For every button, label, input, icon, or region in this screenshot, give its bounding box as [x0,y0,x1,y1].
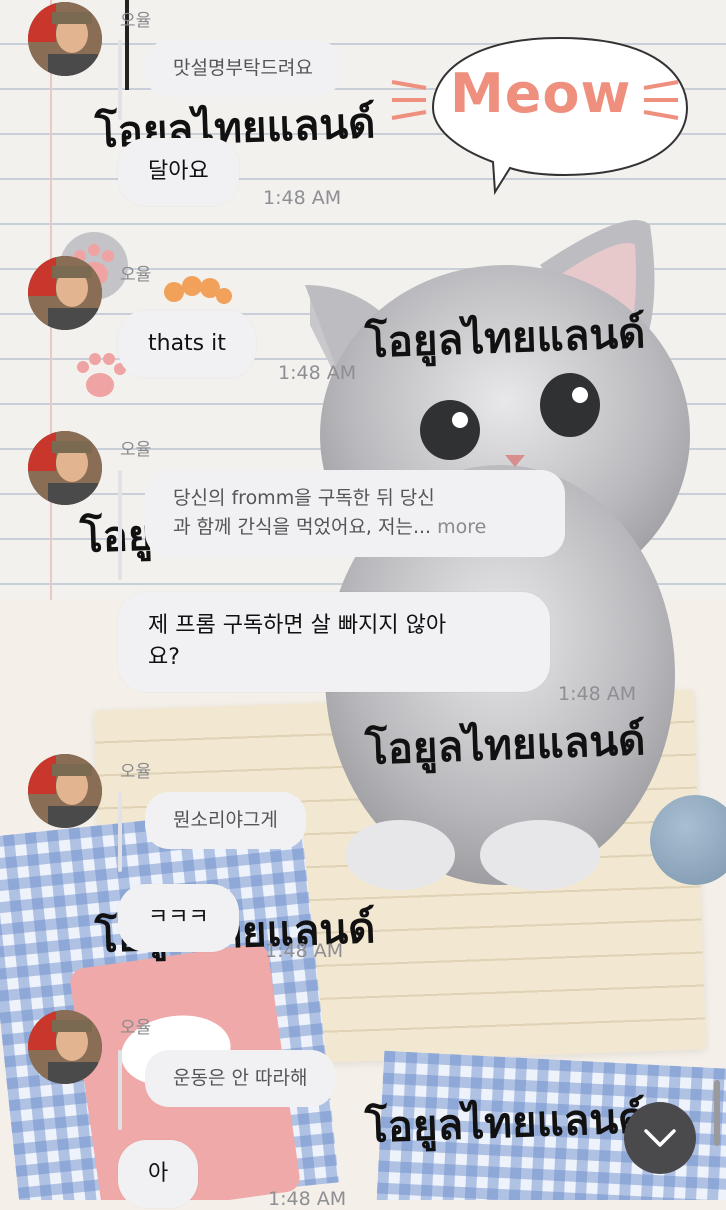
reply-preview-line: 당신의 fromm을 구독한 뒤 당신 [173,487,435,509]
avatar[interactable] [28,256,102,330]
message-timestamp: 1:48 AM [278,362,357,384]
avatar-photo [28,256,102,330]
message-text-line: 제 프롬 구독하면 살 빠지지 않아 [148,613,447,638]
sender-name: 오율 [120,440,152,460]
scrollbar[interactable] [714,1080,720,1146]
more-link[interactable]: more [437,516,486,538]
message-bubble[interactable]: ㅋㅋㅋ [118,884,239,952]
reply-indicator [118,470,122,580]
avatar[interactable] [28,431,102,505]
reply-indicator [118,40,122,120]
sender-name: 오율 [120,265,152,285]
message-bubble[interactable]: 아 [118,1140,199,1208]
reply-indicator [118,792,122,872]
avatar-photo [28,2,102,76]
avatar[interactable] [28,754,102,828]
scroll-to-bottom-button[interactable] [624,1102,696,1174]
sender-name: 오율 [120,762,152,782]
reply-preview[interactable]: 당신의 fromm을 구독한 뒤 당신 과 함께 간식을 먹었어요, 저는...… [145,470,565,557]
message-timestamp: 1:48 AM [265,940,344,962]
reply-preview-line: 과 함께 간식을 먹었어요, 저는... more [173,516,487,539]
avatar-photo [28,431,102,505]
avatar[interactable] [28,2,102,76]
avatar-photo [28,1010,102,1084]
reply-preview[interactable]: 운동은 안 따라해 [145,1050,336,1108]
reply-preview[interactable]: 맛설명부탁드려요 [145,40,341,98]
message-timestamp: 1:48 AM [268,1188,347,1210]
message-bubble[interactable]: 제 프롬 구독하면 살 빠지지 않아 요? [118,592,550,692]
reply-preview[interactable]: 뭔소리야그게 [145,792,306,850]
reply-indicator [118,1050,122,1130]
message-bubble[interactable]: 달아요 [118,138,239,206]
message-bubble[interactable]: thats it [118,310,256,378]
avatar-photo [28,754,102,828]
message-timestamp: 1:48 AM [558,683,637,705]
avatar[interactable] [28,1010,102,1084]
sender-name: 오율 [120,11,152,31]
chat-thread[interactable]: 오율 맛설명부탁드려요 달아요 1:48 AM 오율 thats it 1:48… [0,0,726,1210]
sender-name: 오율 [120,1018,152,1038]
message-timestamp: 1:48 AM [263,187,342,209]
message-text-line: 요? [148,644,180,670]
chevron-down-icon [644,1129,676,1147]
